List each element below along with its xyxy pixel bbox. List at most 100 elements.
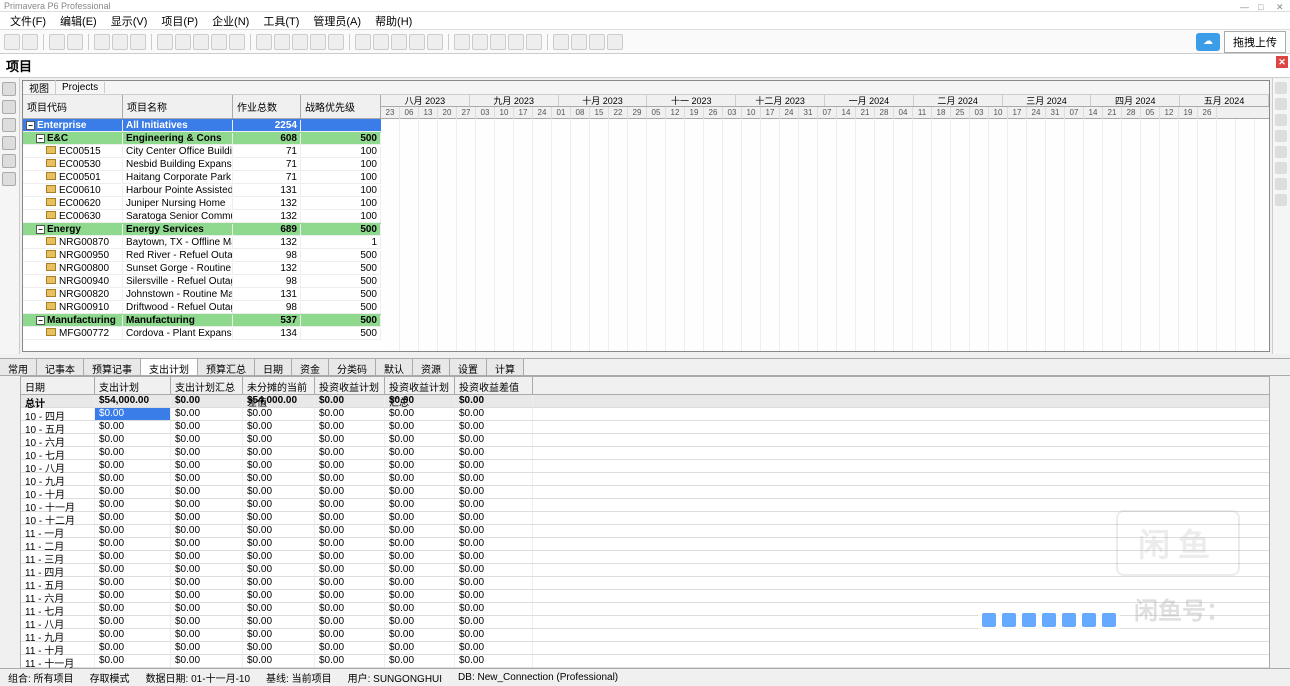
trace-icon[interactable] (373, 34, 389, 50)
summary-row[interactable]: −EnterpriseAll Initiatives2254 (23, 119, 381, 132)
gantt-area[interactable] (381, 119, 1269, 351)
detail-row[interactable]: 11 - 一月$0.00$0.00$0.00$0.00$0.00$0.00 (21, 525, 1269, 538)
upload-button[interactable]: 拖拽上传 (1224, 31, 1286, 53)
cost-cell[interactable]: $0.00 (315, 473, 385, 485)
detail-column-header[interactable]: 支出计划 (95, 377, 171, 394)
detail-tab[interactable]: 资源 (413, 359, 450, 375)
cost-cell[interactable]: $0.00 (315, 564, 385, 576)
cost-cell[interactable]: $0.00 (243, 590, 315, 602)
cost-cell[interactable]: $0.00 (171, 655, 243, 667)
rail-projects-icon[interactable] (2, 82, 16, 96)
cost-cell[interactable]: $0.00 (243, 603, 315, 615)
menu-item[interactable]: 管理员(A) (307, 13, 367, 29)
cost-cell[interactable]: $0.00 (171, 577, 243, 589)
cost-cell[interactable]: $0.00 (95, 460, 171, 472)
cost-cell[interactable]: $0.00 (315, 590, 385, 602)
cost-cell[interactable]: $0.00 (315, 642, 385, 654)
cost-cell[interactable]: $0.00 (455, 408, 533, 420)
cost-cell[interactable]: $0.00 (315, 395, 385, 407)
layout-icon[interactable] (157, 34, 173, 50)
zoom-in-icon[interactable] (454, 34, 470, 50)
zoom-out-icon[interactable] (472, 34, 488, 50)
cost-cell[interactable]: $0.00 (243, 616, 315, 628)
cost-cell[interactable]: $0.00 (171, 434, 243, 446)
cost-cell[interactable]: $0.00 (385, 525, 455, 537)
detail-tab[interactable]: 支出计划 (141, 359, 198, 375)
cost-cell[interactable]: $0.00 (385, 538, 455, 550)
profile-icon[interactable] (409, 34, 425, 50)
project-row[interactable]: EC00530Nesbid Building Expansion71100 (23, 158, 381, 171)
cost-cell[interactable]: $0.00 (171, 408, 243, 420)
collapse-icon[interactable]: − (36, 134, 45, 143)
cost-cell[interactable]: $0.00 (385, 499, 455, 511)
group-icon[interactable] (193, 34, 209, 50)
cost-cell[interactable]: $0.00 (385, 486, 455, 498)
cost-cell[interactable]: $0.00 (455, 616, 533, 628)
detail-row[interactable]: 11 - 五月$0.00$0.00$0.00$0.00$0.00$0.00 (21, 577, 1269, 590)
project-row[interactable]: NRG00870Baytown, TX - Offline Mainten.13… (23, 236, 381, 249)
cost-cell[interactable]: $0.00 (95, 642, 171, 654)
cost-cell[interactable]: $0.00 (385, 577, 455, 589)
cost-cell[interactable]: $0.00 (455, 642, 533, 654)
column-header[interactable]: 项目名称 (123, 95, 233, 118)
cost-cell[interactable]: $0.00 (385, 629, 455, 641)
rail-r1-icon[interactable] (1275, 82, 1287, 94)
cost-cell[interactable]: $0.00 (315, 551, 385, 563)
rail-activities-icon[interactable] (2, 100, 16, 114)
help-icon[interactable] (607, 34, 623, 50)
rail-r5-icon[interactable] (1275, 146, 1287, 158)
cost-cell[interactable]: $0.00 (385, 603, 455, 615)
cost-cell[interactable]: $0.00 (315, 603, 385, 615)
float-icon[interactable] (1102, 613, 1116, 627)
float-icon[interactable] (982, 613, 996, 627)
detail-column-header[interactable]: 投资收益计划汇总 (385, 377, 455, 394)
detail-row[interactable]: 11 - 六月$0.00$0.00$0.00$0.00$0.00$0.00 (21, 590, 1269, 603)
project-row[interactable]: NRG00940Silersville - Refuel Outage98500 (23, 275, 381, 288)
cost-cell[interactable]: $0.00 (243, 642, 315, 654)
globe-icon[interactable] (589, 34, 605, 50)
cost-cell[interactable]: $0.00 (243, 577, 315, 589)
cost-cell[interactable]: $0.00 (243, 486, 315, 498)
close-icon[interactable]: ✕ (1276, 2, 1286, 10)
cost-cell[interactable]: $0.00 (385, 551, 455, 563)
cost-cell[interactable]: $0.00 (95, 603, 171, 615)
detail-row[interactable]: 10 - 五月$0.00$0.00$0.00$0.00$0.00$0.00 (21, 421, 1269, 434)
cost-cell[interactable]: $0.00 (95, 577, 171, 589)
detail-row[interactable]: 10 - 十月$0.00$0.00$0.00$0.00$0.00$0.00 (21, 486, 1269, 499)
cost-cell[interactable]: $0.00 (315, 486, 385, 498)
cost-cell[interactable]: $0.00 (95, 538, 171, 550)
detail-tab[interactable]: 预算记事 (84, 359, 141, 375)
spreadsheet-icon[interactable] (427, 34, 443, 50)
refresh-icon[interactable] (22, 34, 38, 50)
cost-cell[interactable]: $0.00 (243, 499, 315, 511)
cost-cell[interactable]: $0.00 (455, 434, 533, 446)
menu-item[interactable]: 项目(P) (155, 13, 204, 29)
cost-cell[interactable]: $54,000.00 (95, 395, 171, 407)
cost-cell[interactable]: $0.00 (95, 421, 171, 433)
menu-item[interactable]: 编辑(E) (54, 13, 103, 29)
chat-icon[interactable] (553, 34, 569, 50)
detail-row[interactable]: 总计$54,000.00$0.00$54,000.00$0.00$0.00$0.… (21, 395, 1269, 408)
print-icon[interactable] (4, 34, 20, 50)
cost-cell[interactable]: $0.00 (455, 512, 533, 524)
rail-wbs-icon[interactable] (2, 118, 16, 132)
cost-cell[interactable]: $0.00 (243, 629, 315, 641)
summary-row[interactable]: −ManufacturingManufacturing537500 (23, 314, 381, 327)
bars-icon[interactable] (328, 34, 344, 50)
cost-cell[interactable]: $0.00 (171, 590, 243, 602)
detail-row[interactable]: 11 - 二月$0.00$0.00$0.00$0.00$0.00$0.00 (21, 538, 1269, 551)
cost-cell[interactable]: $0.00 (243, 421, 315, 433)
collapse-icon[interactable]: − (36, 316, 45, 325)
rail-r4-icon[interactable] (1275, 130, 1287, 142)
cost-cell[interactable]: $0.00 (385, 564, 455, 576)
maximize-icon[interactable]: □ (1258, 2, 1268, 10)
detail-tab[interactable]: 预算汇总 (198, 359, 255, 375)
float-icon[interactable] (1082, 613, 1096, 627)
cost-cell[interactable]: $0.00 (95, 655, 171, 667)
cost-cell[interactable]: $0.00 (243, 434, 315, 446)
cost-cell[interactable]: $0.00 (455, 655, 533, 667)
cost-cell[interactable]: $0.00 (455, 577, 533, 589)
detail-row[interactable]: 10 - 六月$0.00$0.00$0.00$0.00$0.00$0.00 (21, 434, 1269, 447)
detail-tab[interactable]: 设置 (450, 359, 487, 375)
cost-cell[interactable]: $0.00 (455, 473, 533, 485)
